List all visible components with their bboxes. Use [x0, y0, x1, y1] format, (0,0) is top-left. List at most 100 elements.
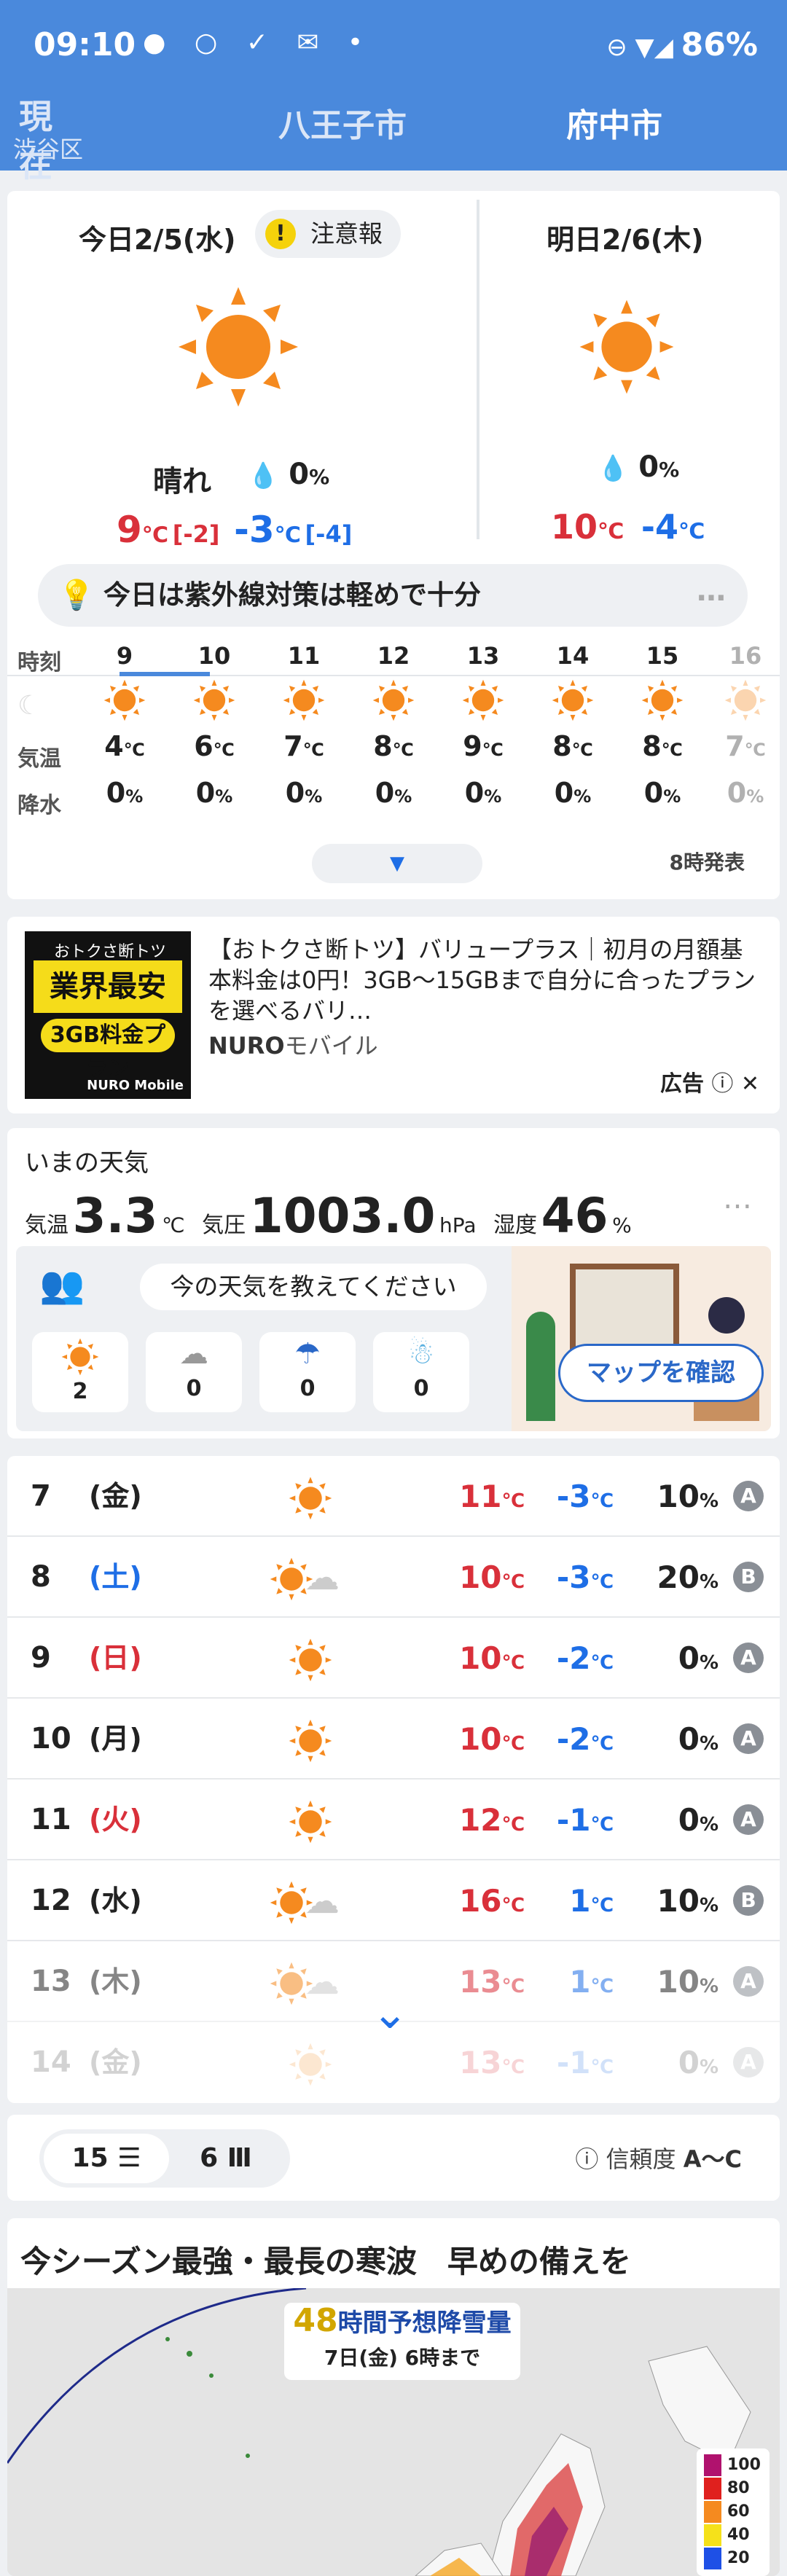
report-snow-button[interactable]: ☃ 0	[373, 1332, 469, 1412]
tab-label: 府中市	[566, 107, 662, 144]
ad-label[interactable]: 広告 ⓘ ✕	[660, 1065, 759, 1097]
precip-value: 10	[657, 1479, 700, 1514]
legend-value: 40	[727, 2526, 750, 2544]
tip-banner[interactable]: 💡 今日は紫外線対策は軽めで十分 …	[38, 564, 748, 627]
hour-column[interactable]: 13 9℃ 0%	[443, 637, 523, 809]
hour-column[interactable]: 14 8℃ 0%	[533, 637, 613, 809]
hour-temp: 9℃	[443, 730, 523, 762]
reliability-badge: B	[733, 1885, 764, 1916]
hour-column[interactable]: 15 8℃ 0%	[622, 637, 702, 809]
report-sunny-button[interactable]: 2	[32, 1332, 128, 1412]
news-card[interactable]: 今シーズン最強・最長の寒波 早めの備えを 48時間予想降雪量 7日(金) 6時ま…	[7, 2218, 780, 2576]
reliability-badge: A	[733, 1723, 764, 1754]
map-date: 7日(金) 6時まで	[324, 2346, 481, 2370]
temp-unit: ℃	[590, 1652, 614, 1674]
chevron-down-icon[interactable]: ⌄	[372, 1988, 408, 2039]
report-rain-button[interactable]: ☂ 0	[259, 1332, 356, 1412]
precip-value: 0	[464, 777, 485, 809]
tab-label: 八王子市	[278, 107, 407, 144]
weekday: (月)	[89, 1723, 142, 1755]
sun-cloud-icon: ☁	[270, 1962, 357, 2005]
hour-column[interactable]: 12 8℃ 0%	[353, 637, 434, 809]
temp-unit: ℃	[590, 1571, 614, 1593]
temp-unit: ℃	[123, 740, 145, 760]
sun-icon	[103, 679, 146, 721]
news-title: 今シーズン最強・最長の寒波 早めの備えを	[20, 2244, 631, 2279]
expand-hourly-button[interactable]: ▼	[312, 844, 482, 883]
close-icon[interactable]: ✕	[741, 1071, 759, 1097]
tomorrow-high: 10	[551, 507, 598, 547]
tab-fuchu[interactable]: 府中市	[526, 89, 702, 171]
hour-label: 12	[377, 642, 410, 670]
tab-hachioji[interactable]: 八王子市	[240, 89, 445, 171]
ad-source-rest: モバイル	[284, 1032, 378, 1060]
precip-value: 0	[106, 777, 126, 809]
day-number: 11	[31, 1803, 71, 1836]
humidity-unit: %	[612, 1213, 632, 1237]
hour-precip: 0%	[533, 777, 613, 809]
tomorrow-panel[interactable]: 明日2/6(木) 💧 0% 10℃ -4℃	[481, 191, 780, 548]
low-temp: -2	[556, 1640, 591, 1676]
hour-precip: 0%	[711, 777, 780, 809]
reliability-info[interactable]: ⓘ 信頼度 A〜C	[575, 2141, 742, 2174]
today-temps: 9℃ [-2] -3℃ [-4]	[117, 509, 352, 551]
precip-value: 0	[643, 777, 664, 809]
sun-icon	[61, 1338, 99, 1376]
hour-column[interactable]: 9 4℃ 0%	[85, 637, 165, 809]
sun-icon	[289, 2043, 332, 2086]
hour-label: 15	[646, 642, 679, 670]
daily-row[interactable]: 9 (日) 10℃ -2℃ 0% A	[7, 1618, 780, 1699]
temp-unit: ℃	[501, 1733, 525, 1755]
temp-unit: ℃	[571, 740, 593, 760]
hourly-forecast[interactable]: 時刻 気温 降水 ☾ 9 4℃ 0% 10 6℃ 0% 11 7℃ 0% 12 …	[7, 637, 780, 834]
sun-icon	[289, 1476, 332, 1520]
daily-row[interactable]: 10 (月) 10℃ -2℃ 0% A	[7, 1699, 780, 1780]
temp-label: 気温	[25, 1213, 68, 1238]
sun-icon	[724, 679, 767, 721]
current-humidity: 46	[541, 1188, 608, 1244]
temp-unit: ℃	[274, 522, 301, 548]
dnd-icon: ⊖ ▼◢	[606, 33, 681, 62]
ad-label-text: 広告	[659, 1071, 704, 1097]
temp-unit: ℃	[501, 2056, 525, 2078]
view-map-button[interactable]: マップを確認	[558, 1344, 764, 1402]
precip-unit: %	[663, 786, 681, 807]
tomorrow-title: 明日2/6(木)	[547, 224, 704, 256]
sun-icon	[179, 287, 298, 407]
more-icon[interactable]: …	[697, 560, 726, 622]
daily-row[interactable]: 7 (金) 11℃ -3℃ 10% A	[7, 1456, 780, 1537]
ad-card[interactable]: おトクさ断トツ 業界最安 3GB料金プラン NURO Mobile 【おトクさ断…	[7, 917, 780, 1113]
daily-row[interactable]: 12 (水) ☁ 16℃ 1℃ 10% B	[7, 1860, 780, 1941]
ad-text[interactable]: 【おトクさ断トツ】バリュープラス｜初月の月額基本料金は0円！3GB〜15GBまで…	[208, 934, 762, 1026]
daily-row[interactable]: 8 (土) ☁ 10℃ -3℃ 20% B	[7, 1537, 780, 1618]
map-hours: 48	[293, 2302, 338, 2339]
hour-label: 11	[287, 642, 321, 670]
snowfall-map[interactable]: 48時間予想降雪量 7日(金) 6時まで 100 80 60 40 20	[7, 2288, 780, 2576]
low-temp: 1	[569, 1964, 591, 2000]
info-icon[interactable]: ⓘ	[711, 1071, 733, 1097]
ad-image[interactable]: おトクさ断トツ 業界最安 3GB料金プラン NURO Mobile	[25, 931, 191, 1099]
precip-unit: %	[394, 786, 412, 807]
report-cloudy-button[interactable]: ☁ 0	[146, 1332, 242, 1412]
weekday: (木)	[89, 1965, 142, 1997]
humidity-label: 湿度	[493, 1213, 538, 1238]
toggle-15-day[interactable]: 15 ☰	[44, 2134, 169, 2183]
precip-value: 20	[657, 1559, 700, 1595]
sun-icon	[641, 679, 684, 721]
hour-column[interactable]: 10 6℃ 0%	[174, 637, 254, 809]
sun-cloud-icon: ☁	[270, 1881, 357, 1925]
list-icon: ☰	[117, 2143, 141, 2173]
hour-column[interactable]: 11 7℃ 0%	[264, 637, 344, 809]
toggle-6-day[interactable]: 6 Ⅲ	[163, 2134, 289, 2183]
warning-badge[interactable]: ! 注意報	[255, 210, 401, 258]
hour-column[interactable]: 16 7℃ 0%	[711, 637, 780, 809]
status-time: 09:10	[34, 26, 136, 63]
precip-unit: %	[699, 1571, 719, 1593]
toggle-label: 6	[200, 2143, 219, 2173]
high-temp: 10	[459, 1559, 502, 1595]
map-title-text: 時間予想降雪量	[337, 2309, 512, 2338]
daily-row[interactable]: 11 (火) 12℃ -1℃ 0% A	[7, 1780, 780, 1860]
temp-unit: ℃	[590, 1490, 614, 1512]
more-icon[interactable]: …	[723, 1182, 752, 1215]
today-panel[interactable]: 今日2/5(水) ! 注意報 晴れ 💧 0% 9℃ [-2] -3℃ [-4]	[7, 191, 474, 551]
